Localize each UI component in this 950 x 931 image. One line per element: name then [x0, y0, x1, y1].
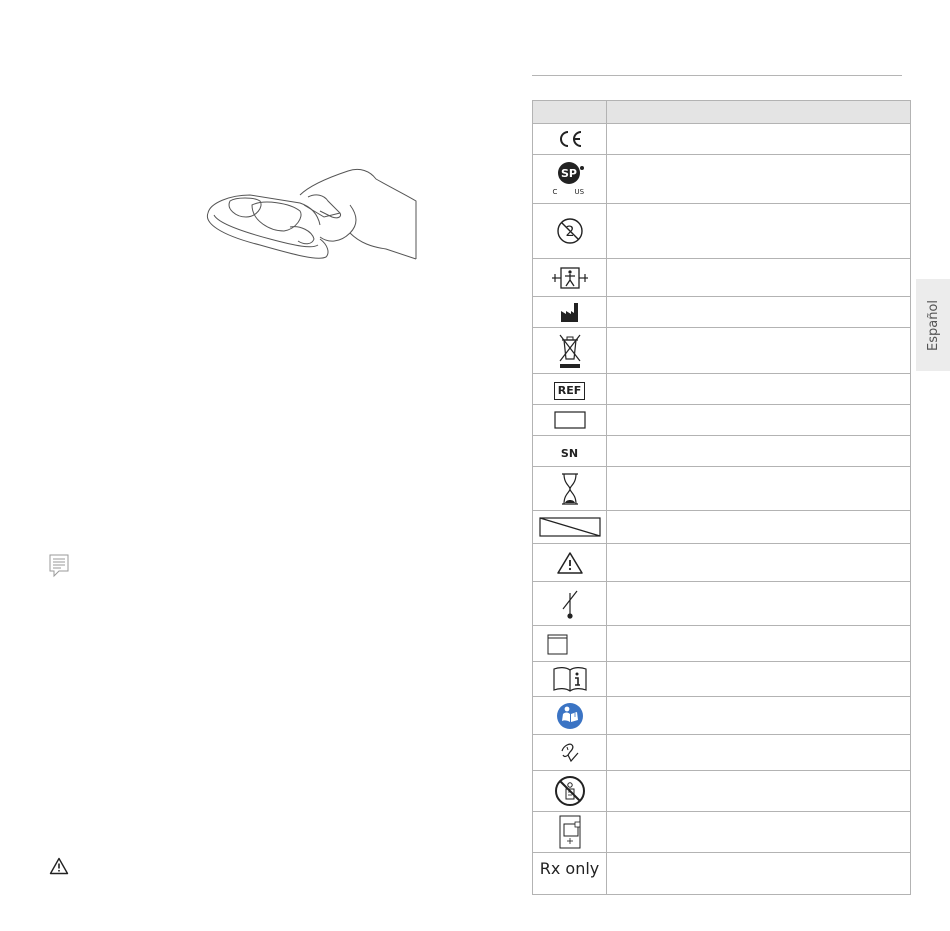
table-row: SN — [532, 435, 911, 467]
row-description — [606, 625, 911, 662]
keep-dry-icon — [532, 734, 607, 771]
table-row — [532, 327, 911, 374]
ref-catalog-number-icon: REF — [532, 373, 607, 405]
table-row — [532, 770, 911, 812]
follow-instructions-icon — [532, 696, 607, 735]
row-description — [606, 258, 911, 297]
csa-sub-left: C — [552, 188, 558, 196]
date-box-icon — [532, 510, 607, 544]
device-port-icon — [532, 811, 607, 853]
row-description — [606, 404, 911, 436]
table-row — [532, 296, 911, 328]
csa-mark-icon: SP C US — [532, 154, 607, 204]
table-row: SP C US — [532, 154, 911, 204]
sterile-box-icon — [532, 625, 607, 662]
row-description — [606, 123, 911, 155]
language-tab[interactable]: Español — [916, 279, 950, 371]
row-description — [606, 435, 911, 467]
row-description — [606, 373, 911, 405]
row-description — [606, 466, 911, 511]
section-divider — [532, 75, 902, 76]
table-row — [532, 625, 911, 662]
ce-mark-icon — [532, 123, 607, 155]
csa-sub-right: US — [574, 188, 585, 196]
ref-label: REF — [553, 381, 586, 400]
row-description — [606, 543, 911, 582]
table-row: REF — [532, 373, 911, 405]
table-row — [532, 734, 911, 771]
row-description — [606, 852, 911, 895]
table-row — [532, 258, 911, 297]
table-row: 2 — [532, 203, 911, 259]
sn-label: SN — [560, 446, 579, 460]
row-description — [606, 696, 911, 735]
row-description — [606, 327, 911, 374]
table-row — [532, 123, 911, 155]
row-description — [606, 661, 911, 697]
symbols-table: SP C US 2 REF SN Rx only — [532, 100, 911, 895]
temperature-limit-icon — [532, 581, 607, 626]
header-symbol-cell — [532, 100, 607, 124]
no-mri-icon — [532, 770, 607, 812]
svg-text:2: 2 — [565, 224, 574, 240]
table-row — [532, 811, 911, 853]
row-description — [606, 203, 911, 259]
row-description — [606, 811, 911, 853]
type-bf-applied-part-icon — [532, 258, 607, 297]
row-description — [606, 581, 911, 626]
table-row — [532, 510, 911, 544]
manufacturer-icon — [532, 296, 607, 328]
row-description — [606, 510, 911, 544]
consult-instructions-icon — [532, 661, 607, 697]
row-description — [606, 770, 911, 812]
lot-box-icon — [532, 404, 607, 436]
serial-number-icon: SN — [532, 435, 607, 467]
table-row: Rx only — [532, 852, 911, 895]
table-row — [532, 581, 911, 626]
table-row — [532, 543, 911, 582]
use-by-date-icon — [532, 466, 607, 511]
warning-icon — [49, 857, 69, 875]
note-icon — [48, 553, 70, 579]
row-description — [606, 154, 911, 204]
table-row — [532, 404, 911, 436]
language-tab-label: Español — [925, 299, 941, 351]
svg-text:SP: SP — [561, 167, 577, 180]
row-description — [606, 734, 911, 771]
table-row — [532, 466, 911, 511]
caution-icon — [532, 543, 607, 582]
header-description-cell — [606, 100, 911, 124]
rx-only-icon: Rx only — [532, 852, 607, 895]
weee-disposal-icon — [532, 327, 607, 374]
row-description — [606, 296, 911, 328]
table-row — [532, 696, 911, 735]
table-header-row — [532, 100, 911, 124]
do-not-reuse-icon: 2 — [532, 203, 607, 259]
device-illustration — [200, 165, 422, 273]
table-row — [532, 661, 911, 697]
